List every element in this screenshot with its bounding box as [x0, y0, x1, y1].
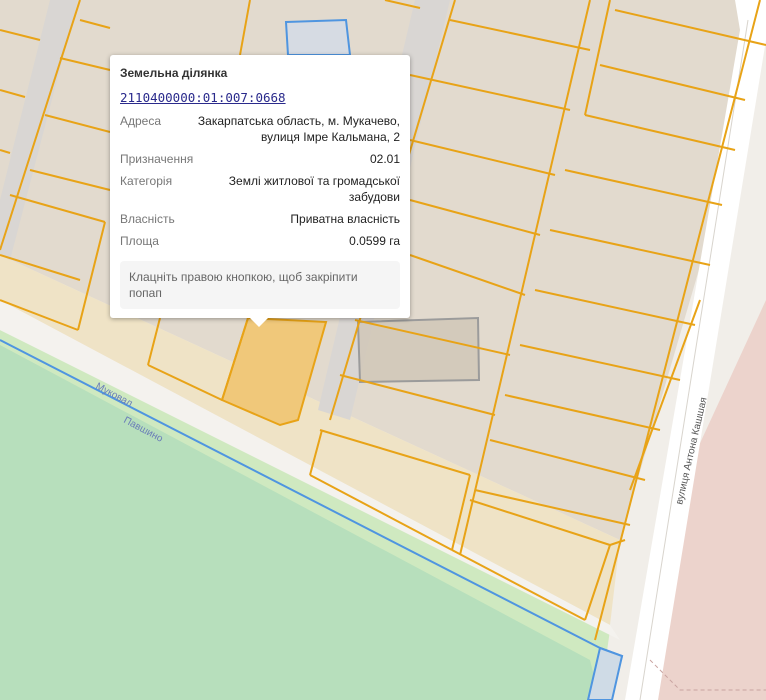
- address-value: Закарпатська область, м. Мукачево, вулиц…: [197, 114, 400, 144]
- pin-popup-hint: Клацніть правою кнопкою, щоб закріпити п…: [120, 261, 400, 309]
- address-label: Адреса: [120, 114, 162, 128]
- row-address: Адреса Закарпатська область, м. Мукачево…: [120, 113, 400, 145]
- purpose-label: Призначення: [120, 152, 194, 166]
- row-area: Площа 0.0599 га: [120, 233, 400, 249]
- parcel-info-popup: Земельна ділянка 2110400000:01:007:0668 …: [110, 55, 410, 318]
- category-label: Категорія: [120, 174, 173, 188]
- cadastral-number-link[interactable]: 2110400000:01:007:0668: [120, 90, 400, 105]
- popup-title: Земельна ділянка: [120, 66, 228, 80]
- category-value: Землі житлової та громадської забудови: [228, 174, 400, 204]
- ownership-label: Власність: [120, 212, 175, 226]
- area-label: Площа: [120, 234, 159, 248]
- ownership-value: Приватна власність: [290, 212, 400, 226]
- area-value: 0.0599 га: [349, 234, 400, 248]
- popup-tip: [250, 318, 268, 327]
- purpose-value: 02.01: [369, 152, 400, 166]
- row-purpose: Призначення 02.01: [120, 151, 400, 167]
- blue-parcel[interactable]: [284, 18, 352, 56]
- grey-building[interactable]: [356, 316, 481, 384]
- row-category: Категорія Землі житлової та громадської …: [120, 173, 400, 205]
- row-ownership: Власність Приватна власність: [120, 211, 400, 227]
